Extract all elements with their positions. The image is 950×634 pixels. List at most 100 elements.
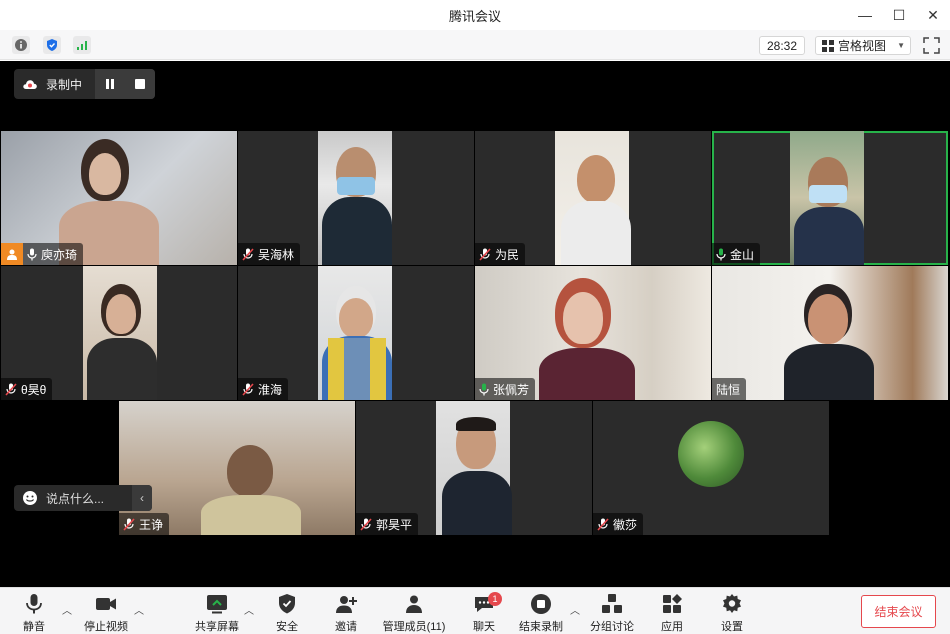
participant-namebar: 为民 xyxy=(475,243,526,265)
chat-label: 聊天 xyxy=(473,621,495,633)
shield-icon[interactable] xyxy=(43,36,61,54)
share-screen-label: 共享屏幕 xyxy=(195,621,239,633)
microphone-muted-icon xyxy=(360,517,372,531)
grid-icon xyxy=(822,39,834,52)
video-tile[interactable]: 淮海 xyxy=(238,266,474,400)
stop-video-label: 停止视频 xyxy=(84,621,128,633)
view-mode-dropdown[interactable]: 宫格视图 ▼ xyxy=(815,36,911,55)
participant-name: 庾亦琦 xyxy=(41,247,78,262)
video-tile[interactable]: 吴海林 xyxy=(238,131,474,265)
info-icon[interactable] xyxy=(12,36,30,54)
participant-name: 徽莎 xyxy=(613,517,638,532)
participant-namebar: 庾亦琦 xyxy=(23,243,84,265)
chat-unread-badge: 1 xyxy=(488,592,502,606)
stop-icon[interactable] xyxy=(134,78,146,90)
meeting-window: 腾讯会议 — ☐ ✕ 28:32 宫格视图 ▼ 录制中 庾亦琦 吴海林 为民 金… xyxy=(0,0,950,634)
top-toolbar: 28:32 宫格视图 ▼ xyxy=(0,30,950,60)
video-tile[interactable]: 郭昊平 xyxy=(356,401,592,535)
microphone-muted-icon xyxy=(5,382,17,396)
video-tile[interactable]: 张佩芳 xyxy=(475,266,711,400)
fullscreen-icon[interactable] xyxy=(923,37,940,54)
chat-quick-input[interactable]: 说点什么... ‹ xyxy=(14,485,152,511)
breakout-rooms-label: 分组讨论 xyxy=(590,621,634,633)
participant-name: 张佩芳 xyxy=(493,382,530,397)
participant-name: θ昊θ xyxy=(21,382,47,397)
video-tile[interactable]: 陆恒 xyxy=(712,266,948,400)
microphone-icon xyxy=(27,248,37,260)
mute-label: 静音 xyxy=(23,621,45,633)
participant-name: 吴海林 xyxy=(258,247,295,262)
video-tile-active-speaker[interactable]: 金山 xyxy=(712,131,948,265)
signal-icon[interactable] xyxy=(73,36,91,54)
microphone-speaking-icon xyxy=(716,248,726,260)
manage-members-button[interactable]: 管理成员(11) xyxy=(374,592,454,634)
microphone-muted-icon xyxy=(479,247,491,261)
share-screen-icon xyxy=(207,595,227,614)
view-mode-label: 宫格视图 xyxy=(838,39,887,53)
close-icon[interactable]: ✕ xyxy=(916,0,950,30)
microphone-speaking-icon xyxy=(479,383,489,395)
chevron-up-icon[interactable]: ︿ xyxy=(570,602,580,617)
security-label: 安全 xyxy=(276,621,298,633)
breakout-icon xyxy=(602,594,622,613)
bottom-toolbar: 静音 ︿ 停止视频 ︿ 共享屏幕 ︿ 安全 邀请 管理成员(11) 1 聊天 结… xyxy=(0,587,950,634)
participant-name: 郭昊平 xyxy=(376,517,413,532)
participant-namebar: 淮海 xyxy=(238,378,289,400)
shield-icon xyxy=(279,594,295,614)
end-meeting-button[interactable]: 结束会议 xyxy=(861,595,936,628)
participant-namebar: 张佩芳 xyxy=(475,378,536,400)
microphone-muted-icon xyxy=(242,382,254,396)
share-screen-button[interactable]: 共享屏幕 xyxy=(185,592,249,634)
chevron-up-icon[interactable]: ︿ xyxy=(62,602,72,617)
end-recording-button[interactable]: 结束录制 xyxy=(509,592,573,634)
apps-icon xyxy=(663,594,682,613)
video-tile[interactable]: 徽莎 xyxy=(593,401,829,535)
cloud-icon xyxy=(23,80,37,89)
manage-members-label: 管理成员(11) xyxy=(382,621,446,633)
mute-button[interactable]: 静音 xyxy=(2,592,66,634)
participant-name: 为民 xyxy=(495,247,520,262)
stop-record-icon xyxy=(531,594,551,614)
emoji-icon[interactable] xyxy=(22,490,38,506)
video-tile[interactable]: 庾亦琦 xyxy=(1,131,237,265)
chevron-left-icon[interactable]: ‹ xyxy=(132,485,152,511)
video-tile[interactable]: 为民 xyxy=(475,131,711,265)
breakout-rooms-button[interactable]: 分组讨论 xyxy=(580,592,644,634)
pause-icon[interactable] xyxy=(104,78,116,90)
microphone-muted-icon xyxy=(597,517,609,531)
video-tile[interactable]: 王诤 xyxy=(119,401,355,535)
video-camera-icon xyxy=(96,598,116,610)
settings-button[interactable]: 设置 xyxy=(700,592,764,634)
participant-namebar: 金山 xyxy=(712,243,761,265)
recording-label: 录制中 xyxy=(46,77,83,92)
maximize-icon[interactable]: ☐ xyxy=(882,0,916,30)
participant-name: 陆恒 xyxy=(716,382,741,397)
chevron-up-icon[interactable]: ︿ xyxy=(134,602,144,617)
microphone-muted-icon xyxy=(242,247,254,261)
meeting-timer: 28:32 xyxy=(759,36,805,55)
chat-button[interactable]: 1 聊天 xyxy=(452,592,516,634)
end-recording-label: 结束录制 xyxy=(519,621,563,633)
chat-placeholder: 说点什么... xyxy=(46,491,105,506)
participant-namebar: θ昊θ xyxy=(1,378,53,400)
participant-name: 淮海 xyxy=(258,382,283,397)
participant-namebar: 徽莎 xyxy=(593,513,644,535)
settings-label: 设置 xyxy=(721,621,743,633)
title-bar: 腾讯会议 — ☐ ✕ xyxy=(0,0,950,30)
participant-name: 王诤 xyxy=(139,517,164,532)
minimize-icon[interactable]: — xyxy=(848,0,882,30)
participant-namebar: 吴海林 xyxy=(238,243,301,265)
apps-button[interactable]: 应用 xyxy=(640,592,704,634)
recording-indicator: 录制中 xyxy=(14,69,155,99)
microphone-muted-icon xyxy=(123,517,135,531)
apps-label: 应用 xyxy=(661,621,683,633)
participant-name: 金山 xyxy=(730,247,755,262)
security-button[interactable]: 安全 xyxy=(255,592,319,634)
stop-video-button[interactable]: 停止视频 xyxy=(74,592,138,634)
chevron-up-icon[interactable]: ︿ xyxy=(244,602,254,617)
invite-label: 邀请 xyxy=(335,621,357,633)
video-tile[interactable]: θ昊θ xyxy=(1,266,237,400)
participant-namebar: 王诤 xyxy=(119,513,170,535)
participant-namebar: 郭昊平 xyxy=(356,513,419,535)
invite-button[interactable]: 邀请 xyxy=(314,592,378,634)
